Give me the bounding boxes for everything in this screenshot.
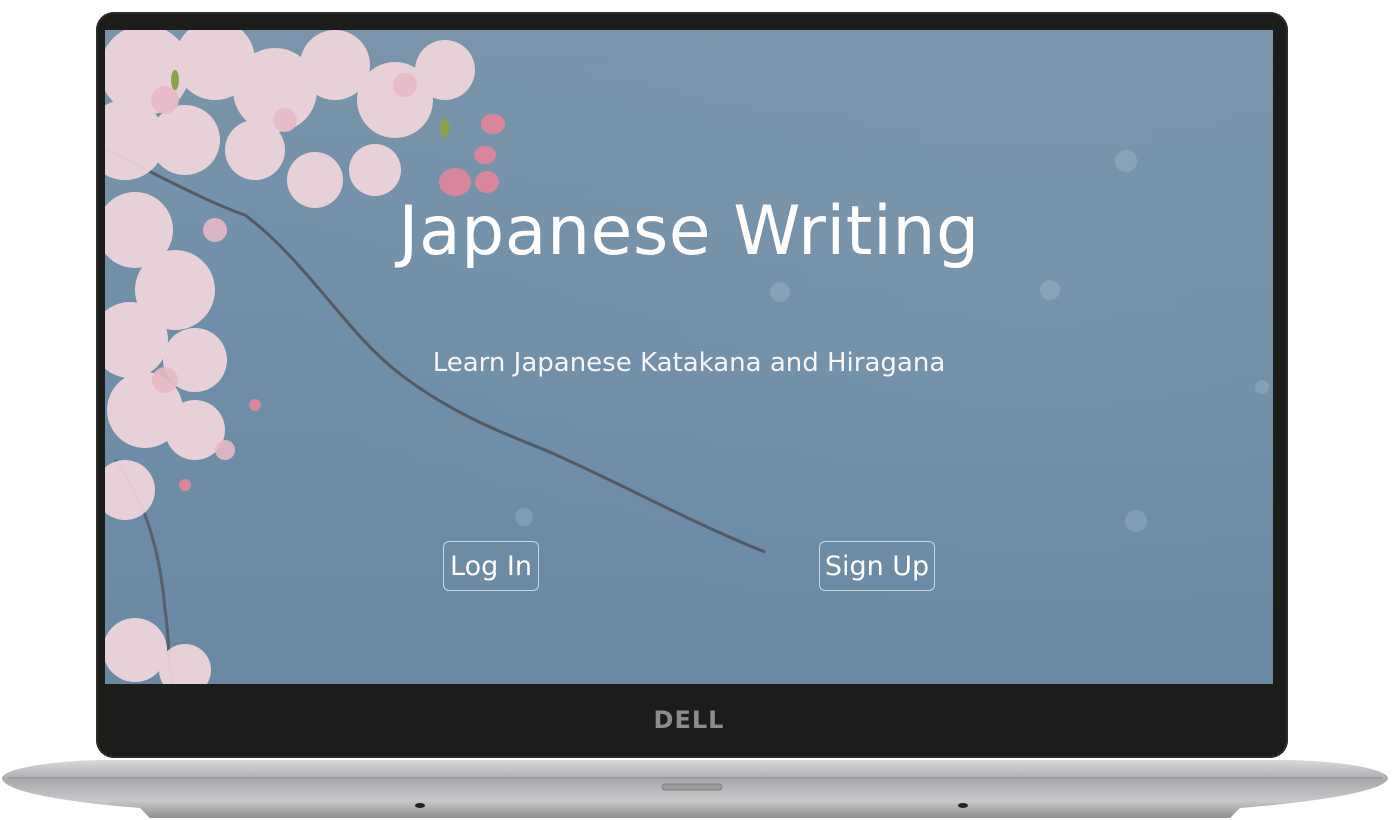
laptop-bezel-chin: DELL — [105, 684, 1273, 756]
signup-button[interactable]: Sign Up — [819, 541, 935, 591]
speaker-port — [958, 803, 968, 808]
dell-logo: DELL — [653, 706, 725, 734]
login-button[interactable]: Log In — [443, 541, 539, 591]
page-title: Japanese Writing — [398, 192, 980, 271]
speaker-port — [415, 803, 425, 808]
app-screen: Japanese Writing Learn Japanese Katakana… — [105, 30, 1273, 684]
laptop-base — [2, 760, 1388, 818]
page-subtitle: Learn Japanese Katakana and Hiragana — [432, 348, 946, 378]
